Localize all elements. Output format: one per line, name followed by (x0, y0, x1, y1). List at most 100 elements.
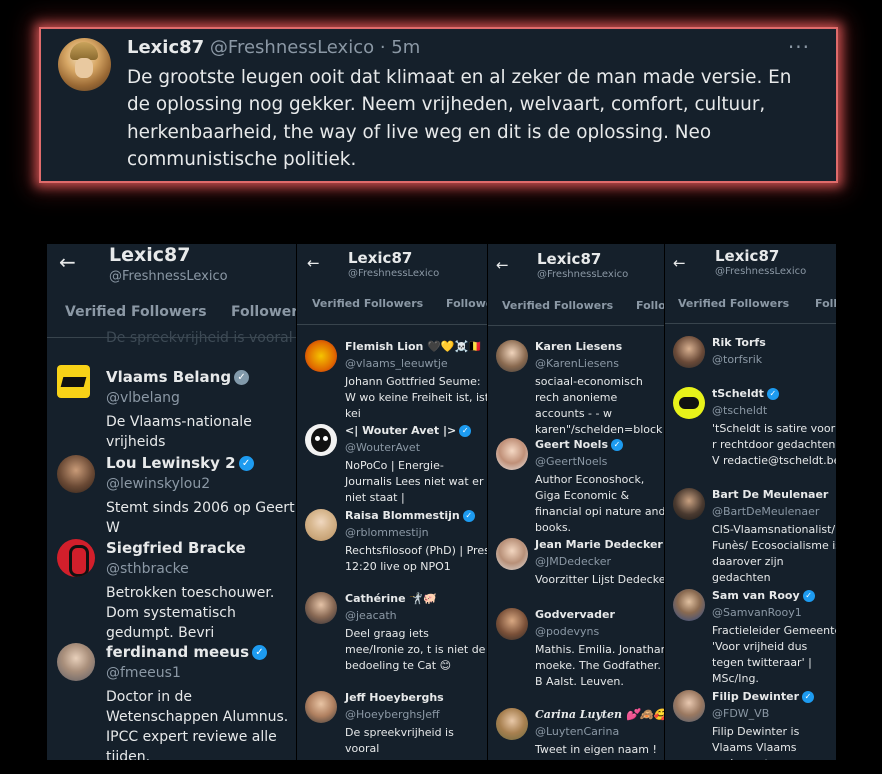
follower-name[interactable]: Siegfried Bracke (106, 539, 246, 557)
follower-name[interactable]: Flemish Lion 🖤💛☠️🇧🇪 (345, 340, 482, 353)
tab-followers[interactable]: Followe (446, 297, 487, 310)
follower-bio: Betrokken toeschouwer. Dom systematisch … (106, 585, 275, 641)
list-item[interactable]: Geert Noels ✓ @GeertNoels Author Econosho… (488, 434, 664, 534)
follower-handle[interactable]: @GeertNoels (535, 455, 607, 468)
back-arrow-icon[interactable]: ← (673, 254, 686, 272)
tweet-author-name[interactable]: Lexic87 (127, 37, 204, 58)
list-item[interactable]: Rik Torfs @torfsrik (665, 334, 836, 374)
avatar[interactable] (57, 539, 95, 577)
follower-handle[interactable]: @tscheldt (712, 404, 767, 417)
avatar[interactable] (57, 643, 95, 681)
verified-badge-icon: ✓ (459, 425, 472, 437)
follower-handle[interactable]: @HoeyberghsJeff (345, 708, 440, 721)
tweet-text: De grootste leugen ooit dat klimaat en a… (127, 67, 792, 170)
tab-verified-followers[interactable]: Verified Followers (65, 304, 207, 320)
avatar[interactable] (673, 690, 705, 722)
follower-name[interactable]: Lou Lewinsky 2 ✓ (106, 454, 254, 472)
tweet-author-handle[interactable]: @FreshnessLexico (210, 37, 374, 58)
follower-handle[interactable]: @LuytenCarina (535, 725, 619, 738)
avatar[interactable] (496, 708, 528, 740)
avatar[interactable] (496, 608, 528, 640)
follower-handle[interactable]: @SamvanRooy1 (712, 606, 802, 619)
list-item[interactable]: Siegfried Bracke @sthbracke Betrokken to… (47, 537, 296, 641)
follower-handle[interactable]: @vlbelang (106, 390, 180, 406)
follower-handle[interactable]: @FDW_VB (712, 707, 769, 720)
tab-followers[interactable]: Follo (636, 299, 664, 312)
follower-bio: sociaal-economisch rech anonieme account… (535, 375, 663, 436)
follower-handle[interactable]: @JMDedecker (535, 555, 611, 568)
follower-name[interactable]: Filip Dewinter ✓ (712, 690, 815, 703)
follower-name[interactable]: Bart De Meulenaer (712, 488, 828, 501)
follower-handle[interactable]: @KarenLiesens (535, 357, 619, 370)
follower-handle[interactable]: @vlaams_leeuwtje (345, 357, 448, 370)
tweet-avatar[interactable] (58, 38, 111, 91)
follower-name[interactable]: tScheldt ✓ (712, 387, 779, 400)
follower-name[interactable]: ferdinand meeus ✓ (106, 643, 267, 661)
avatar[interactable] (305, 592, 337, 624)
avatar[interactable] (305, 509, 337, 541)
avatar[interactable] (305, 340, 337, 372)
follower-handle[interactable]: @sthbracke (106, 561, 189, 577)
list-item[interactable]: Vlaams Belang ✓ @vlbelang De Vlaams-natio… (47, 359, 296, 450)
avatar[interactable] (673, 387, 705, 419)
follower-name[interactable]: Jean Marie Dedecker (535, 538, 663, 551)
avatar[interactable] (496, 538, 528, 570)
avatar[interactable] (496, 438, 528, 470)
follower-handle[interactable]: @torfsrik (712, 353, 762, 366)
follower-name[interactable]: Karen Liesens (535, 340, 622, 353)
list-item[interactable]: <| Wouter Avet |> ✓ @WouterAvet NoPoCo | … (297, 420, 487, 504)
tab-verified-followers[interactable]: Verified Followers (312, 297, 423, 310)
follower-name[interactable]: Rik Torfs (712, 336, 766, 349)
back-arrow-icon[interactable]: ← (59, 250, 76, 274)
follower-bio: Stemt sinds 2006 op Geert W (106, 500, 295, 536)
follower-name[interactable]: Carina Luyten 💕🙈🥰 (535, 708, 664, 721)
avatar[interactable] (305, 691, 337, 723)
avatar[interactable] (57, 455, 95, 493)
list-item[interactable]: ferdinand meeus ✓ @fmeeus1 Doctor in de W… (47, 641, 296, 760)
follower-name[interactable]: Geert Noels ✓ (535, 438, 624, 451)
back-arrow-icon[interactable]: ← (307, 254, 320, 272)
tab-verified-followers[interactable]: Verified Followers (678, 297, 789, 310)
follower-handle[interactable]: @rblommestijn (345, 526, 429, 539)
list-item[interactable]: Karen Liesens @KarenLiesens sociaal-econ… (488, 336, 664, 436)
highlighted-tweet[interactable]: Lexic87 @FreshnessLexico · 5m ··· De gro… (41, 29, 836, 181)
follower-name[interactable]: Cathérine 🤺🐖 (345, 592, 437, 605)
avatar[interactable] (496, 340, 528, 372)
list-item[interactable]: Carina Luyten 💕🙈🥰 @LuytenCarina Tweet in… (488, 704, 664, 760)
list-item[interactable]: Jeff Hoeyberghs @HoeyberghsJeff De spree… (297, 687, 487, 757)
follower-handle[interactable]: @jeacath (345, 609, 397, 622)
list-item[interactable]: Raisa Blommestijn ✓ @rblommestijn Rechtsf… (297, 505, 487, 575)
follower-name[interactable]: Jeff Hoeyberghs (345, 691, 444, 704)
list-item[interactable]: Sam van Rooy ✓ @SamvanRooy1 Fractieleider… (665, 587, 836, 685)
tab-followers[interactable]: Followers (231, 304, 296, 320)
tab-followers[interactable]: Foll (815, 297, 836, 310)
follower-handle[interactable]: @BartDeMeulenaer (712, 505, 819, 518)
follower-name[interactable]: Sam van Rooy ✓ (712, 589, 815, 602)
list-item[interactable]: Lou Lewinsky 2 ✓ @lewinskylou2 Stemt sind… (47, 452, 296, 537)
follower-name[interactable]: <| Wouter Avet |> ✓ (345, 424, 472, 437)
list-item[interactable]: Godvervader @podevyns Mathis. Emilia. Jo… (488, 604, 664, 689)
tab-verified-followers[interactable]: Verified Followers (502, 299, 613, 312)
follower-bio: De spreekvrijheid is vooral (345, 726, 454, 755)
avatar[interactable] (57, 365, 90, 398)
avatar[interactable] (673, 589, 705, 621)
follower-handle[interactable]: @fmeeus1 (106, 665, 181, 681)
follower-handle[interactable]: @podevyns (535, 625, 599, 638)
list-item[interactable]: Flemish Lion 🖤💛☠️🇧🇪 @vlaams_leeuwtje Joh… (297, 336, 487, 420)
more-options-icon[interactable]: ··· (788, 35, 810, 59)
avatar[interactable] (673, 488, 705, 520)
follower-handle[interactable]: @WouterAvet (345, 441, 420, 454)
avatar[interactable] (673, 336, 705, 368)
follower-name[interactable]: Vlaams Belang ✓ (106, 368, 250, 386)
follower-name[interactable]: Raisa Blommestijn ✓ (345, 509, 475, 522)
list-item[interactable]: tScheldt ✓ @tscheldt 'tScheldt is satire … (665, 385, 836, 470)
follower-name[interactable]: Godvervader (535, 608, 615, 621)
list-item[interactable]: Bart De Meulenaer @BartDeMeulenaer CIS-V… (665, 486, 836, 584)
avatar[interactable] (305, 424, 337, 456)
list-item[interactable]: Jean Marie Dedecker @JMDedecker Voorzitt… (488, 534, 664, 594)
follower-handle[interactable]: @lewinskylou2 (106, 476, 210, 492)
tweet-time[interactable]: · 5m (380, 37, 420, 58)
back-arrow-icon[interactable]: ← (496, 256, 509, 274)
list-item[interactable]: Cathérine 🤺🐖 @jeacath Deel graag iets me… (297, 588, 487, 673)
list-item[interactable]: Filip Dewinter ✓ @FDW_VB Filip Dewinter i… (665, 688, 836, 760)
